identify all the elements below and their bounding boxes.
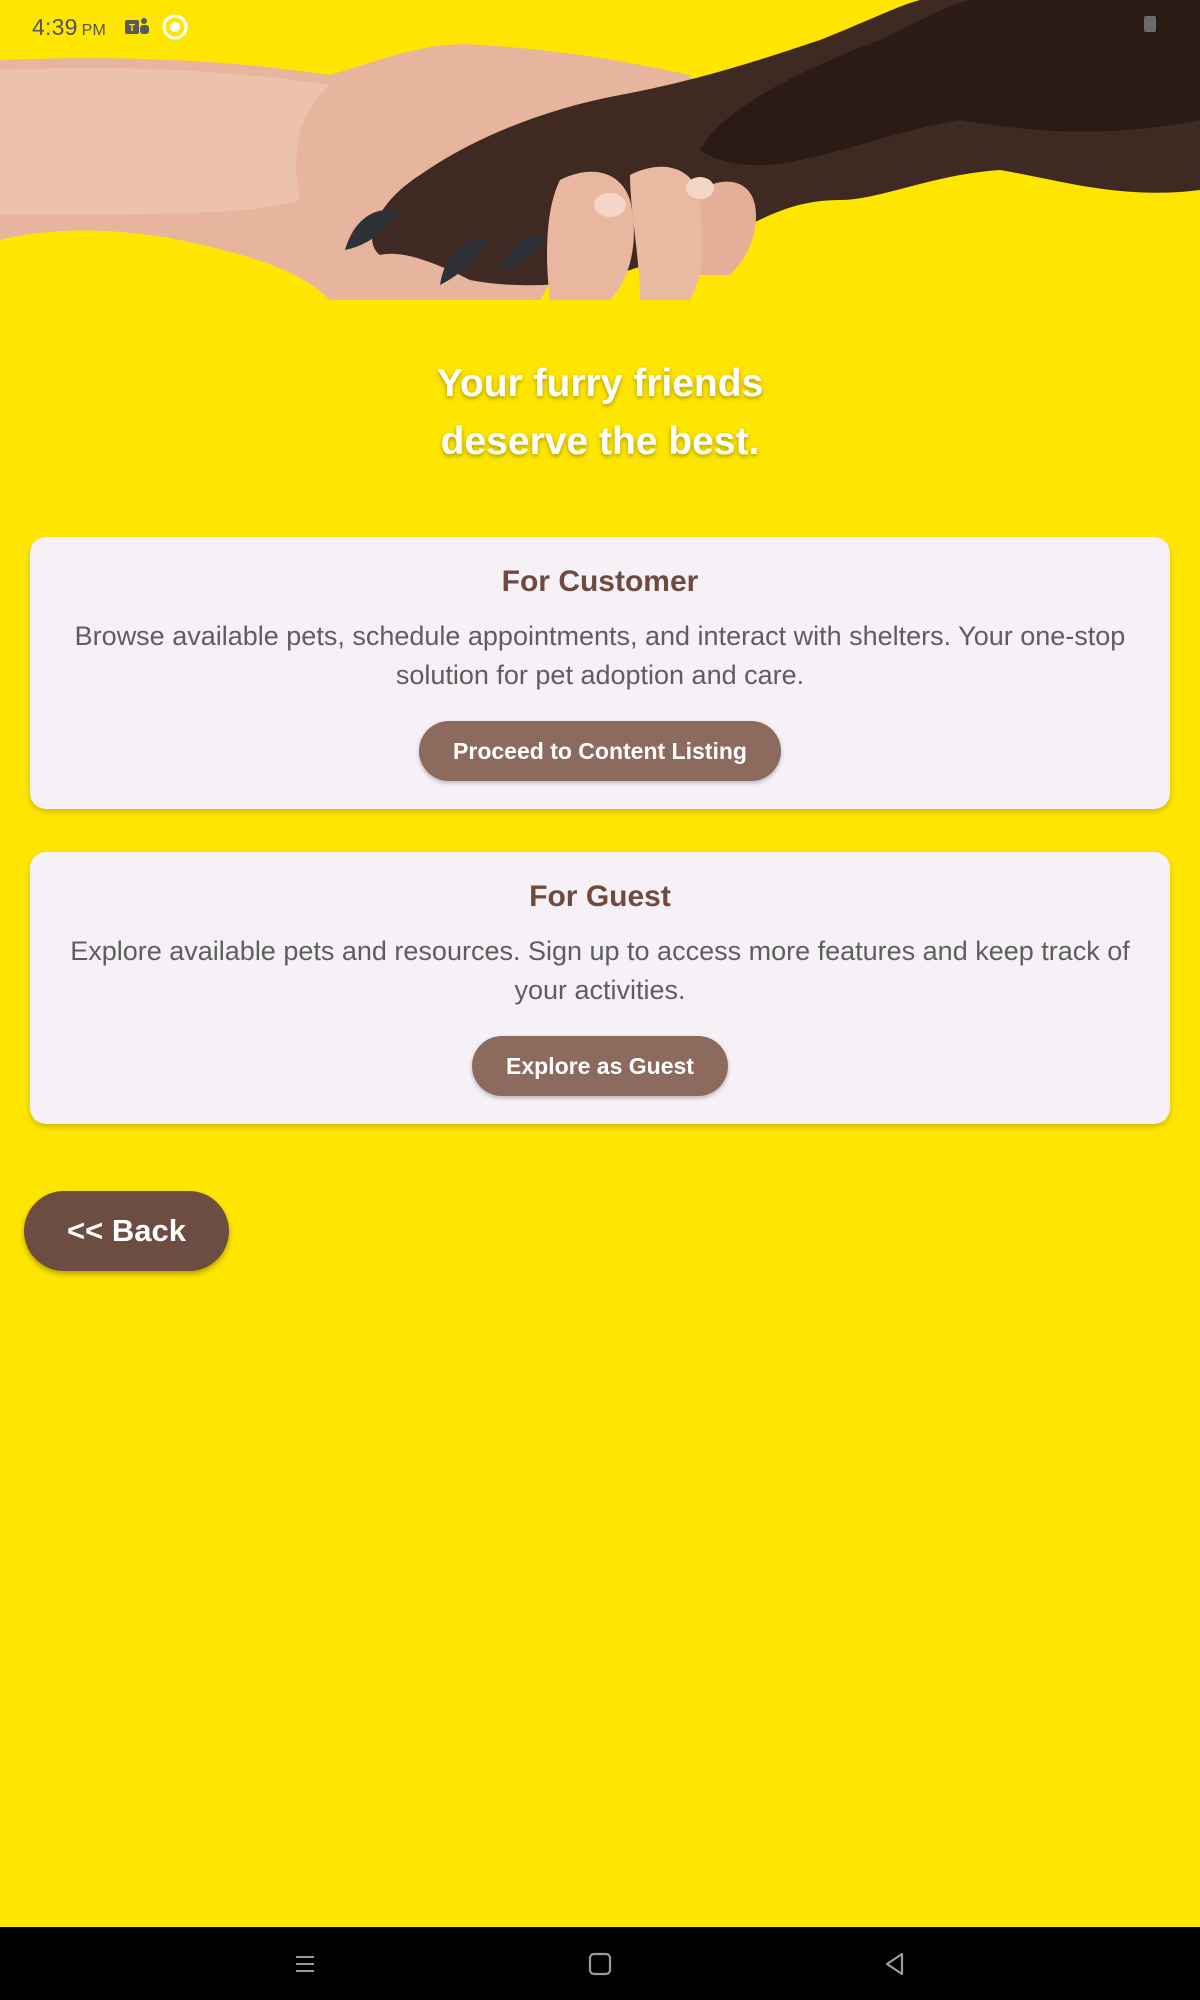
app-notification-icon (162, 14, 188, 40)
tagline: Your furry friends deserve the best. (0, 355, 1200, 471)
guest-card-title: For Guest (529, 880, 671, 913)
customer-card: For Customer Browse available pets, sche… (30, 537, 1170, 809)
teams-icon: T (125, 18, 149, 34)
home-icon[interactable] (583, 1947, 617, 1981)
battery-icon (1144, 16, 1156, 32)
back-button[interactable]: << Back (24, 1191, 229, 1271)
recent-apps-icon[interactable] (288, 1947, 322, 1981)
customer-card-title: For Customer (501, 565, 699, 598)
navigation-bar (0, 1927, 1200, 2000)
status-time: 4:39 PM (32, 14, 106, 41)
tagline-line-2: deserve the best. (440, 420, 760, 463)
tagline-line-1: Your furry friends (436, 362, 764, 405)
status-time-ampm: PM (81, 22, 106, 39)
guest-card-description: Explore available pets and resources. Si… (70, 936, 1130, 1005)
status-bar: 4:39 PM T (0, 0, 1200, 54)
explore-as-guest-button[interactable]: Explore as Guest (472, 1036, 728, 1096)
status-time-value: 4:39 (32, 14, 78, 40)
guest-card: For Guest Explore available pets and res… (30, 852, 1170, 1124)
proceed-to-content-listing-button[interactable]: Proceed to Content Listing (419, 721, 781, 781)
back-nav-icon[interactable] (878, 1947, 912, 1981)
svg-text:T: T (129, 23, 135, 34)
status-right (1144, 16, 1156, 32)
customer-card-description: Browse available pets, schedule appointm… (74, 621, 1126, 690)
